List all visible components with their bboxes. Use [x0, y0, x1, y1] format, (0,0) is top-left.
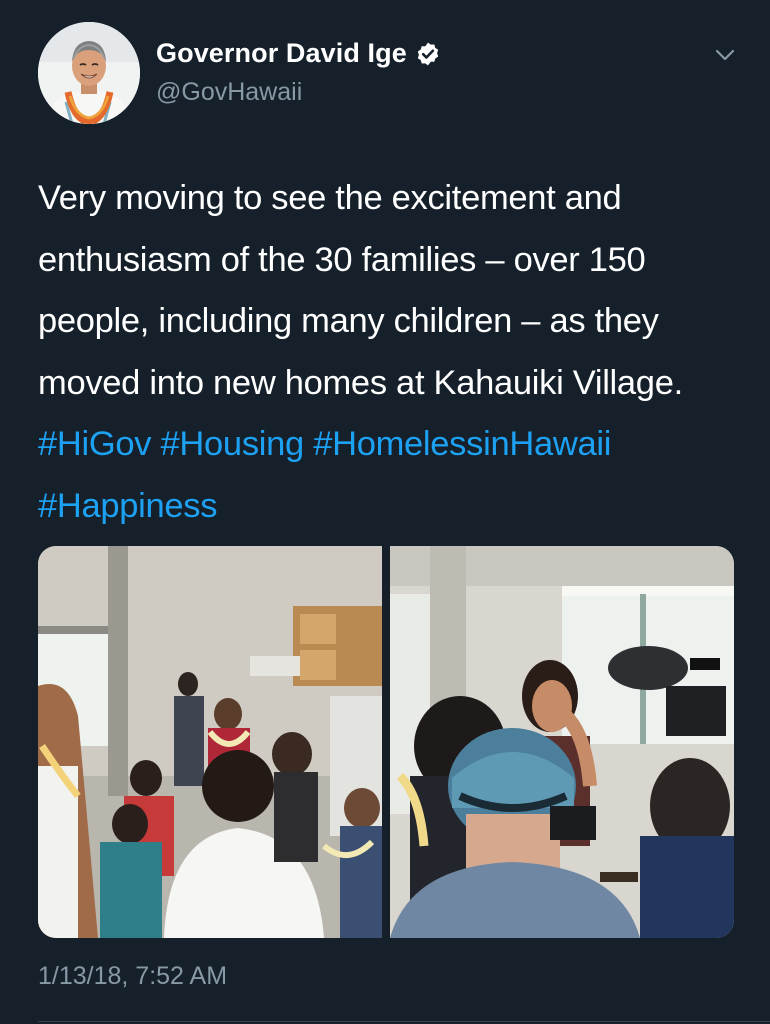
author-name-row[interactable]: Governor David Ige	[156, 38, 441, 69]
tweet-text: Very moving to see the excitement and en…	[38, 168, 738, 537]
tweet-body-text: Very moving to see the excitement and en…	[38, 179, 683, 402]
tweet: Governor David Ige @GovHawaii Very movin…	[0, 0, 770, 1024]
hashtag-happiness[interactable]: #Happiness	[38, 487, 218, 525]
photo-families-kitchen[interactable]	[38, 546, 382, 938]
photo-woman-crying-camera[interactable]	[390, 546, 734, 938]
hashtag-homelessinhawaii[interactable]: #HomelessinHawaii	[313, 425, 611, 463]
hashtag-housing[interactable]: #Housing	[161, 425, 305, 463]
photo-woman-crying-camera-icon	[390, 546, 734, 938]
tweet-timestamp[interactable]: 1/13/18, 7:52 AM	[38, 962, 227, 991]
media-grid	[38, 546, 734, 938]
avatar[interactable]	[38, 22, 140, 124]
verified-badge-icon	[415, 41, 441, 67]
display-name[interactable]: Governor David Ige	[156, 38, 407, 69]
profile-photo-icon	[38, 22, 140, 124]
divider	[38, 1021, 770, 1022]
chevron-down-icon[interactable]	[714, 44, 736, 66]
photo-families-kitchen-icon	[38, 546, 382, 938]
hashtag-higov[interactable]: #HiGov	[38, 425, 152, 463]
author-handle[interactable]: @GovHawaii	[156, 78, 302, 107]
